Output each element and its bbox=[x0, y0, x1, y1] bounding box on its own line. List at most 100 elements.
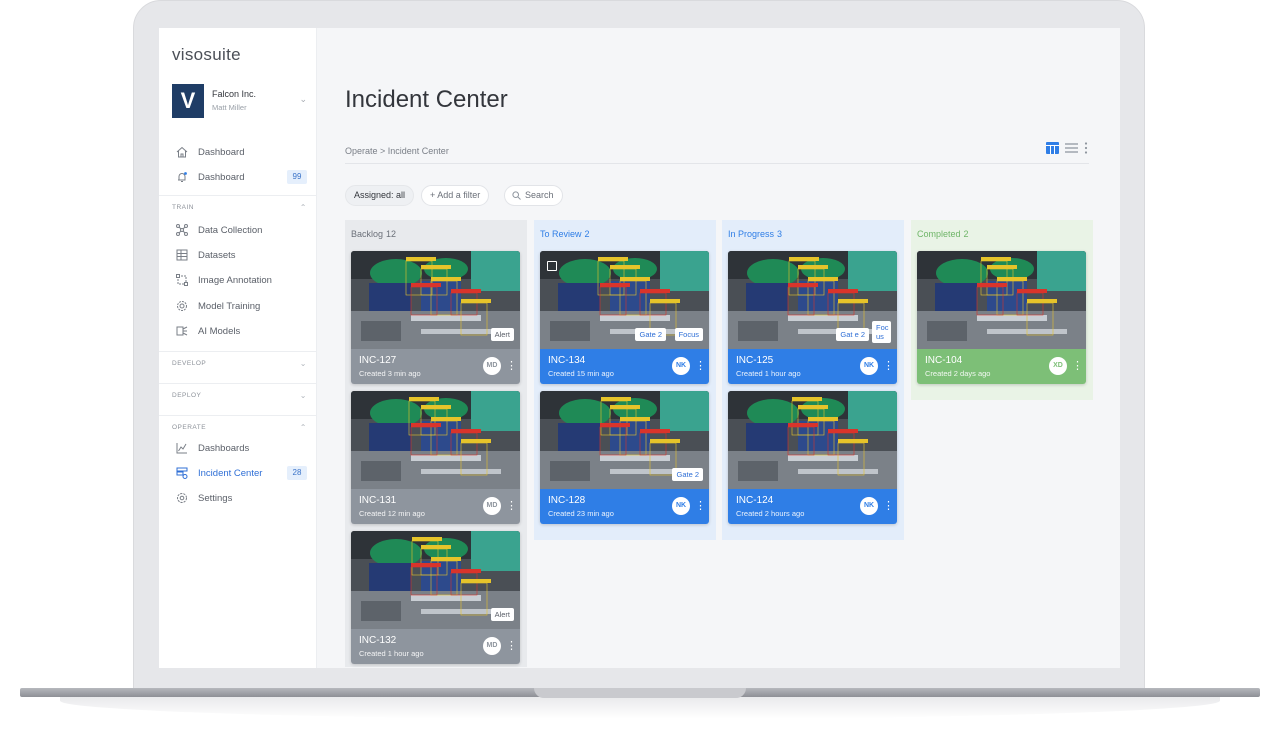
board-view-icon[interactable] bbox=[1046, 142, 1059, 154]
kanban-column: Backlog 12 Alert INC-127 Created 3 min ago MD… bbox=[345, 220, 527, 667]
section-develop[interactable]: DEVELOP ⌄ bbox=[172, 359, 307, 368]
column-count: 2 bbox=[963, 229, 969, 239]
sidebar-item-dashboards[interactable]: Dashboards bbox=[172, 439, 307, 459]
card-id: INC-128 bbox=[548, 495, 586, 506]
avatar[interactable]: NK bbox=[672, 497, 690, 515]
home-icon bbox=[176, 146, 188, 158]
sidebar-item-settings[interactable]: Settings bbox=[172, 489, 307, 509]
column-title: In Progress bbox=[728, 229, 775, 239]
search-chip[interactable]: Search bbox=[504, 185, 563, 206]
column-header: Completed 2 bbox=[917, 229, 969, 239]
add-filter-button[interactable]: + Add a filter bbox=[421, 185, 490, 206]
avatar[interactable]: NK bbox=[860, 497, 878, 515]
section-operate[interactable]: OPERATE ⌃ bbox=[172, 423, 307, 432]
incident-badge: 28 bbox=[287, 466, 307, 480]
chevron-up-icon: ⌃ bbox=[299, 423, 307, 432]
card-created: Created 15 min ago bbox=[548, 369, 614, 378]
more-vertical-icon[interactable]: ⋮ bbox=[695, 497, 706, 515]
sidebar-item-label: AI Models bbox=[198, 326, 241, 337]
card-image bbox=[351, 391, 520, 489]
card-image bbox=[917, 251, 1086, 349]
avatar[interactable]: MD bbox=[483, 637, 501, 655]
assigned-filter-chip[interactable]: Assigned: all bbox=[345, 185, 415, 206]
card-image bbox=[728, 391, 897, 489]
more-vertical-icon[interactable]: ⋮ bbox=[506, 497, 517, 515]
card-id: INC-127 bbox=[359, 355, 397, 366]
card-image: Alert bbox=[351, 251, 520, 349]
column-title: Backlog bbox=[351, 229, 384, 239]
incident-card[interactable]: Alert INC-127 Created 3 min ago MD ⋮ bbox=[351, 251, 520, 384]
chart-icon bbox=[176, 443, 187, 454]
org-switcher[interactable]: V Falcon Inc. Matt Miller ⌄ bbox=[172, 84, 307, 120]
card-image: Foc us Gat e 2 bbox=[728, 251, 897, 349]
sidebar-item-label: Data Collection bbox=[198, 225, 263, 236]
list-view-icon[interactable] bbox=[1065, 142, 1078, 154]
more-vertical-icon[interactable]: ⋮ bbox=[506, 637, 517, 655]
divider bbox=[345, 163, 1089, 164]
more-vertical-icon[interactable]: ⋮ bbox=[695, 357, 706, 375]
incident-card[interactable]: Foc us Gat e 2 INC-125 Created 1 hour ago NK… bbox=[728, 251, 897, 384]
sidebar-item-dashboard[interactable]: Dashboard bbox=[172, 143, 307, 163]
sidebar-item-model-training[interactable]: Model Training bbox=[172, 297, 307, 317]
more-vertical-icon[interactable]: ⋮ bbox=[883, 497, 894, 515]
incident-card[interactable]: Gate 2 INC-128 Created 23 min ago NK ⋮ bbox=[540, 391, 709, 524]
card-image: Gate 2 bbox=[540, 391, 709, 489]
more-vertical-icon[interactable]: ⋮ bbox=[506, 357, 517, 375]
incident-card[interactable]: Alert INC-132 Created 1 hour ago MD ⋮ bbox=[351, 531, 520, 664]
column-title: To Review bbox=[540, 229, 582, 239]
sidebar-item-incident-center[interactable]: Incident Center 28 bbox=[172, 464, 307, 484]
incident-snapshot-image bbox=[728, 391, 897, 489]
laptop-notch bbox=[534, 688, 746, 698]
card-created: Created 1 hour ago bbox=[359, 649, 424, 658]
card-checkbox[interactable] bbox=[547, 261, 557, 271]
avatar[interactable]: XD bbox=[1049, 357, 1067, 375]
sidebar-item-label: Dashboard bbox=[198, 147, 245, 158]
chevron-down-icon: ⌄ bbox=[299, 391, 307, 400]
card-footer: INC-132 Created 1 hour ago MD ⋮ bbox=[351, 629, 520, 664]
card-created: Created 23 min ago bbox=[548, 509, 614, 518]
sidebar-item-image-annotation[interactable]: Image Annotation bbox=[172, 271, 307, 291]
incident-snapshot-image bbox=[351, 391, 520, 489]
divider bbox=[159, 415, 317, 416]
org-name: Falcon Inc. bbox=[212, 89, 257, 99]
sidebar-item-notifications[interactable]: Dashboard 99 bbox=[172, 168, 307, 188]
sidebar-item-ai-models[interactable]: AI Models bbox=[172, 322, 307, 342]
datasets-icon bbox=[176, 249, 188, 261]
section-train[interactable]: TRAIN ⌃ bbox=[172, 203, 307, 212]
incident-card[interactable]: Focus Gate 2 INC-134 Created 15 min ago NK ⋮ bbox=[540, 251, 709, 384]
card-tag: Gat e 2 bbox=[836, 328, 869, 341]
search-icon bbox=[512, 191, 521, 200]
card-created: Created 1 hour ago bbox=[736, 369, 801, 378]
card-footer: INC-125 Created 1 hour ago NK ⋮ bbox=[728, 349, 897, 384]
card-footer: INC-127 Created 3 min ago MD ⋮ bbox=[351, 349, 520, 384]
kanban-column: In Progress 3 Foc us Gat e 2 INC-125 Created … bbox=[722, 220, 904, 540]
avatar[interactable]: MD bbox=[483, 357, 501, 375]
column-header: Backlog 12 bbox=[351, 229, 396, 239]
avatar[interactable]: NK bbox=[672, 357, 690, 375]
sidebar-item-datasets[interactable]: Datasets bbox=[172, 246, 307, 266]
card-tag: Alert bbox=[490, 328, 514, 341]
incident-card[interactable]: INC-104 Created 2 days ago XD ⋮ bbox=[917, 251, 1086, 384]
card-tag: Focus bbox=[674, 328, 703, 341]
avatar[interactable]: MD bbox=[483, 497, 501, 515]
more-vertical-icon[interactable]: ⋮ bbox=[1072, 357, 1083, 375]
incident-card[interactable]: INC-124 Created 2 hours ago NK ⋮ bbox=[728, 391, 897, 524]
section-deploy[interactable]: DEPLOY ⌄ bbox=[172, 391, 307, 400]
sidebar-item-label: Settings bbox=[198, 493, 233, 504]
more-vertical-icon[interactable]: ⋮ bbox=[883, 357, 894, 375]
card-id: INC-125 bbox=[736, 355, 774, 366]
gear-brain-icon bbox=[177, 301, 187, 311]
sidebar-item-data-collection[interactable]: Data Collection bbox=[172, 221, 307, 241]
more-vertical-icon[interactable] bbox=[1084, 142, 1088, 154]
network-icon bbox=[176, 224, 188, 236]
card-footer: INC-124 Created 2 hours ago NK ⋮ bbox=[728, 489, 897, 524]
avatar[interactable]: NK bbox=[860, 357, 878, 375]
brand-logo: visosuite bbox=[172, 45, 241, 64]
card-id: INC-132 bbox=[359, 635, 397, 646]
kanban-column: To Review 2 Focus Gate 2 INC-134 Created 15 m… bbox=[534, 220, 716, 540]
card-tag: Alert bbox=[490, 608, 514, 621]
breadcrumb[interactable]: Operate > Incident Center bbox=[345, 146, 449, 156]
bell-icon bbox=[178, 172, 187, 182]
incident-card[interactable]: INC-131 Created 12 min ago MD ⋮ bbox=[351, 391, 520, 524]
app-screen: visosuite V Falcon Inc. Matt Miller ⌄ Da… bbox=[159, 28, 1120, 668]
